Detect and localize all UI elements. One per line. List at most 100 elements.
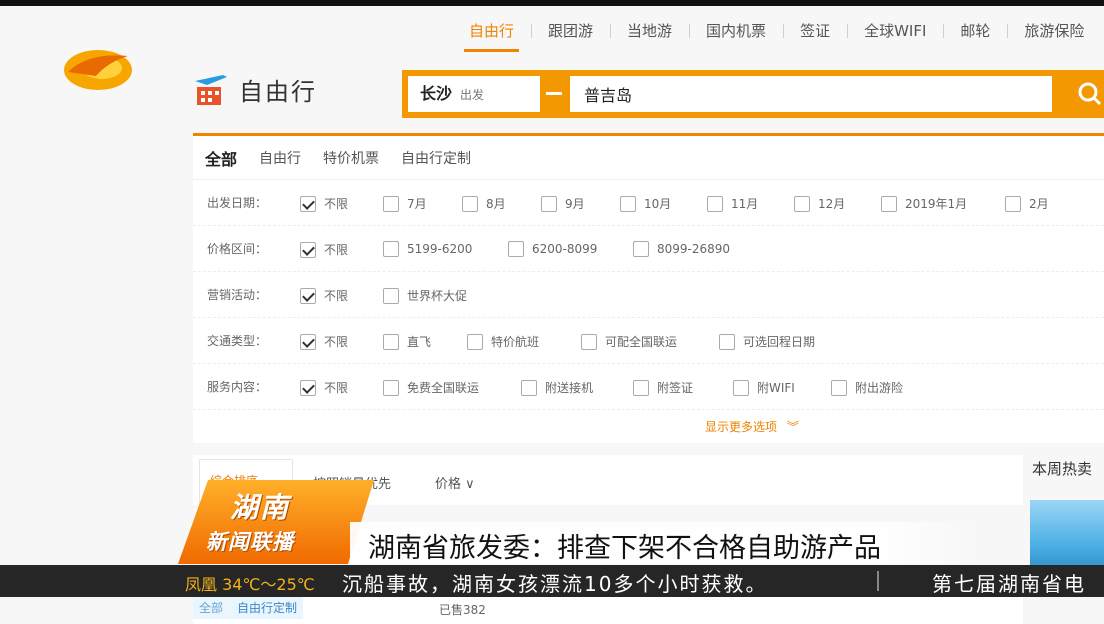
- checkbox[interactable]: [707, 195, 723, 212]
- option-label: 免费全国联运: [407, 381, 480, 395]
- tab-all[interactable]: 全部: [205, 146, 237, 170]
- tab-custom-trip[interactable]: 自由行定制: [401, 148, 471, 168]
- option-label: 特价航班: [491, 335, 540, 349]
- checkbox[interactable]: [300, 195, 316, 212]
- news-headline: 湖南省旅发委：排查下架不合格自助游产品: [368, 533, 881, 564]
- tab-free-travel[interactable]: 自由行: [259, 148, 301, 168]
- sort-price-label: 价格: [435, 477, 462, 492]
- filter-option[interactable]: 可配全国联运: [581, 333, 677, 350]
- filter-option[interactable]: 可选回程日期: [719, 333, 815, 350]
- option-label: 7月: [407, 197, 427, 211]
- checkbox[interactable]: [733, 379, 749, 396]
- filter-option[interactable]: 9月: [541, 195, 585, 212]
- departure-city-field[interactable]: 长沙 出发: [408, 76, 540, 112]
- checkbox[interactable]: [300, 241, 316, 258]
- route-dash: [546, 92, 562, 95]
- category-tabs: 全部 自由行 特价机票 自由行定制: [193, 136, 1104, 180]
- tab-flight-deals[interactable]: 特价机票: [323, 148, 379, 168]
- checkbox[interactable]: [383, 287, 399, 304]
- filter-option[interactable]: 11月: [707, 195, 758, 212]
- checkbox[interactable]: [383, 379, 399, 396]
- nav-item-visa[interactable]: 签证: [783, 10, 847, 52]
- destination-input[interactable]: [570, 76, 1052, 112]
- checkbox[interactable]: [541, 195, 557, 212]
- filter-option[interactable]: 附签证: [633, 379, 693, 396]
- nav-item-global-wifi[interactable]: 全球WIFI: [847, 10, 943, 52]
- filter-row-date: 出发日期： 不限 7月 8月 9月 10月 11月 12月 2019年1月 2月: [193, 180, 1104, 226]
- brand[interactable]: 自由行: [193, 72, 317, 107]
- nav-item-free-travel[interactable]: 自由行: [452, 10, 531, 52]
- nav-item-domestic-flights[interactable]: 国内机票: [689, 10, 783, 52]
- hot-deals-panel: 本周热卖: [1028, 448, 1104, 624]
- filter-option[interactable]: 6200-8099: [508, 241, 597, 257]
- option-label: 8099-26890: [657, 242, 731, 256]
- checkbox[interactable]: [508, 241, 524, 257]
- checkbox[interactable]: [521, 379, 537, 396]
- double-chevron-down-icon: ︾: [786, 420, 799, 434]
- checkbox[interactable]: [581, 333, 597, 350]
- checkbox[interactable]: [462, 195, 478, 212]
- nav-item-group-tour[interactable]: 跟团游: [531, 10, 610, 52]
- checkbox[interactable]: [881, 195, 897, 212]
- chevron-down-icon: ∨: [465, 477, 475, 492]
- option-label: 可配全国联运: [605, 335, 678, 349]
- checkbox[interactable]: [383, 333, 399, 350]
- show-more-options-link[interactable]: 显示更多选项 ︾: [705, 418, 799, 435]
- checkbox[interactable]: [383, 241, 399, 257]
- option-label: 世界杯大促: [407, 289, 468, 303]
- filter-row-promotion: 营销活动： 不限 世界杯大促: [193, 272, 1104, 318]
- checkbox[interactable]: [300, 379, 316, 396]
- filter-label: 价格区间：: [207, 242, 268, 256]
- filter-option[interactable]: 不限: [300, 241, 348, 258]
- ticker-next-text: 第七届湖南省电: [932, 572, 1086, 596]
- option-label: 5199-6200: [407, 242, 473, 256]
- top-nav: 自由行 跟团游 当地游 国内机票 签证 全球WIFI 邮轮 旅游保险: [452, 10, 1101, 52]
- plane-building-icon: [195, 74, 227, 105]
- filter-option[interactable]: 不限: [300, 379, 348, 396]
- checkbox[interactable]: [467, 333, 483, 350]
- filter-option[interactable]: 附WIFI: [733, 379, 795, 396]
- checkbox[interactable]: [300, 333, 316, 350]
- option-label: 2019年1月: [905, 197, 968, 211]
- filter-option[interactable]: 附出游险: [831, 379, 903, 396]
- sort-by-price[interactable]: 价格 ∨: [435, 473, 475, 492]
- departure-hint: 出发: [460, 88, 485, 102]
- option-label: 9月: [565, 197, 585, 211]
- checkbox[interactable]: [620, 195, 636, 212]
- filter-option[interactable]: 世界杯大促: [383, 287, 467, 304]
- checkbox[interactable]: [1005, 195, 1021, 212]
- checkbox[interactable]: [794, 195, 810, 212]
- filter-option[interactable]: 不限: [300, 287, 348, 304]
- filter-option[interactable]: 10月: [620, 195, 671, 212]
- option-label: 6200-8099: [532, 242, 598, 256]
- nav-item-insurance[interactable]: 旅游保险: [1007, 10, 1101, 52]
- nav-item-local-tour[interactable]: 当地游: [610, 10, 689, 52]
- filter-option[interactable]: 12月: [794, 195, 845, 212]
- filter-option[interactable]: 附送接机: [521, 379, 593, 396]
- option-label: 2月: [1029, 197, 1049, 211]
- filter-option[interactable]: 直飞: [383, 333, 431, 350]
- filter-option[interactable]: 8月: [462, 195, 506, 212]
- checkbox[interactable]: [633, 241, 649, 257]
- filter-option[interactable]: 免费全国联运: [383, 379, 479, 396]
- filter-option[interactable]: 特价航班: [467, 333, 539, 350]
- filter-option[interactable]: 2月: [1005, 195, 1049, 212]
- checkbox[interactable]: [383, 195, 399, 212]
- checkbox[interactable]: [633, 379, 649, 396]
- option-label: 附签证: [657, 381, 694, 395]
- checkbox[interactable]: [831, 379, 847, 396]
- filter-label: 服务内容：: [207, 380, 268, 394]
- search-icon[interactable]: [1062, 70, 1104, 118]
- nav-item-cruise[interactable]: 邮轮: [943, 10, 1007, 52]
- filter-option[interactable]: 2019年1月: [881, 195, 967, 212]
- filter-option[interactable]: 5199-6200: [383, 241, 472, 257]
- filter-option[interactable]: 不限: [300, 195, 348, 212]
- filter-option[interactable]: 不限: [300, 333, 348, 350]
- option-label: 12月: [818, 197, 846, 211]
- checkbox[interactable]: [300, 287, 316, 304]
- beach-photo[interactable]: [1030, 500, 1104, 572]
- filter-option[interactable]: 8099-26890: [633, 241, 730, 257]
- checkbox[interactable]: [719, 333, 735, 350]
- tv-station-logo: [64, 50, 132, 90]
- filter-option[interactable]: 7月: [383, 195, 427, 212]
